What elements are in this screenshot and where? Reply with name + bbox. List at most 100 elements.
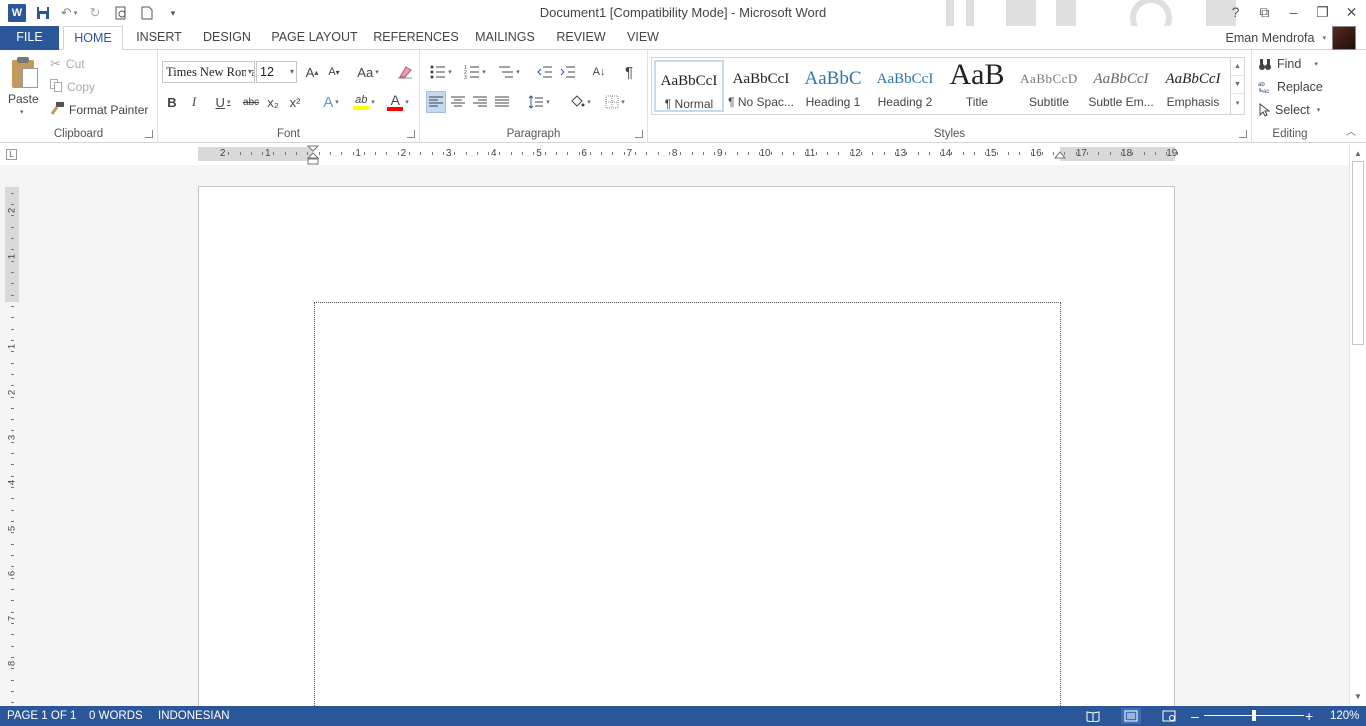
align-left-icon[interactable] <box>426 91 446 113</box>
zoom-out-button[interactable]: – <box>1191 706 1199 726</box>
restore-button[interactable]: ❐ <box>1308 0 1337 24</box>
tab-view[interactable]: VIEW <box>622 26 664 50</box>
font-name-combo[interactable]: Times New Roman ▾ <box>162 61 255 83</box>
horizontal-ruler[interactable]: 2 1 1 2 3 4 5 6 7 8 9 10 11 12 13 14 15 16 17 18 19 <box>198 147 1178 161</box>
scroll-thumb[interactable] <box>1352 161 1364 345</box>
close-button[interactable]: ✕ <box>1337 0 1366 24</box>
tab-review[interactable]: REVIEW <box>552 26 610 50</box>
undo-icon[interactable]: ↶ ▾ <box>58 3 80 23</box>
ribbon-display-options-icon[interactable]: ⧉ <box>1250 0 1279 24</box>
change-case-button[interactable]: Aa ▾ <box>353 61 383 83</box>
print-layout-icon[interactable] <box>1121 708 1141 724</box>
style-heading-2[interactable]: AaBbCcI Heading 2 <box>870 60 940 112</box>
tab-page-layout[interactable]: PAGE LAYOUT <box>267 26 362 50</box>
text-boundary[interactable] <box>314 302 1061 706</box>
numbering-button[interactable]: 123 ▾ <box>460 61 490 83</box>
subscript-button[interactable]: x₂ <box>264 91 282 113</box>
tab-references[interactable]: REFERENCES <box>373 26 459 50</box>
collapse-ribbon-icon[interactable]: ︿ <box>1346 123 1356 138</box>
scroll-down-icon[interactable]: ▼ <box>1350 688 1366 704</box>
font-color-button[interactable]: A ▾ <box>383 91 413 113</box>
gallery-up-icon[interactable]: ▲ <box>1231 58 1244 76</box>
new-document-icon[interactable] <box>136 3 158 23</box>
style-normal[interactable]: AaBbCcI ¶ Normal <box>654 60 724 112</box>
web-layout-icon[interactable] <box>1159 708 1179 724</box>
tab-home[interactable]: HOME <box>63 26 123 51</box>
superscript-button[interactable]: x² <box>286 91 304 113</box>
justify-icon[interactable] <box>492 91 512 113</box>
zoom-level[interactable]: 120% <box>1330 706 1359 726</box>
bullets-button[interactable]: ▾ <box>426 61 456 83</box>
text-effects-button[interactable]: A ▾ <box>316 91 346 113</box>
paste-button[interactable] <box>10 56 40 90</box>
bold-button[interactable]: B <box>164 91 180 113</box>
italic-button[interactable]: I <box>186 91 202 113</box>
tab-selector[interactable]: L <box>6 149 17 160</box>
format-painter-button[interactable]: Format Painter <box>50 100 148 120</box>
multilevel-list-button[interactable]: ▾ <box>494 61 524 83</box>
shading-button[interactable]: ▾ <box>565 91 595 113</box>
tab-design[interactable]: DESIGN <box>198 26 256 50</box>
language[interactable]: INDONESIAN <box>158 706 230 726</box>
align-right-icon[interactable] <box>470 91 490 113</box>
vertical-scrollbar[interactable]: ▲ ▼ <box>1349 143 1366 706</box>
decrease-indent-icon[interactable] <box>534 61 556 83</box>
word-app-icon[interactable]: W <box>6 3 28 23</box>
cut-button[interactable]: ✂ Cut <box>50 54 85 74</box>
font-dialog-launcher[interactable] <box>407 130 415 138</box>
line-spacing-button[interactable]: ▾ <box>524 91 554 113</box>
save-icon[interactable] <box>32 3 54 23</box>
tab-mailings[interactable]: MAILINGS <box>470 26 540 50</box>
redo-icon[interactable]: ↻ <box>84 3 106 23</box>
zoom-slider-thumb[interactable] <box>1252 710 1256 721</box>
tab-file[interactable]: FILE <box>0 26 59 50</box>
scroll-up-icon[interactable]: ▲ <box>1350 145 1366 161</box>
document-page[interactable] <box>198 186 1175 706</box>
help-icon[interactable]: ? <box>1221 0 1250 24</box>
paragraph-dialog-launcher[interactable] <box>635 130 643 138</box>
show-formatting-marks-icon[interactable]: ¶ <box>618 61 640 83</box>
customize-qat-icon[interactable]: ▾ <box>162 3 184 23</box>
right-indent-marker-icon[interactable] <box>1054 151 1066 161</box>
style-subtitle[interactable]: AaBbCcD Subtitle <box>1014 60 1084 112</box>
style-title[interactable]: AaB Title <box>942 58 1012 112</box>
find-button[interactable]: Find ▾ <box>1258 54 1318 74</box>
underline-button[interactable]: U ▾ <box>208 91 238 113</box>
clear-formatting-icon[interactable] <box>394 61 416 83</box>
select-button[interactable]: Select ▾ <box>1258 100 1320 120</box>
grow-font-button[interactable]: A ▴ <box>302 61 322 83</box>
gallery-down-icon[interactable]: ▼ <box>1231 76 1244 94</box>
indent-marker-icon[interactable] <box>307 145 319 165</box>
read-mode-icon[interactable] <box>1083 708 1103 724</box>
minimize-button[interactable]: – <box>1279 0 1308 24</box>
copy-button[interactable]: Copy <box>50 77 95 97</box>
tab-insert[interactable]: INSERT <box>131 26 187 50</box>
style-emphasis[interactable]: AaBbCcI Emphasis <box>1158 60 1228 112</box>
ruler-tick <box>793 152 794 155</box>
ruler-tick <box>567 152 568 155</box>
sort-icon[interactable]: A↓ <box>588 61 610 83</box>
page-count[interactable]: PAGE 1 OF 1 <box>7 706 76 726</box>
align-center-icon[interactable] <box>448 91 468 113</box>
style-subtle-emphasis[interactable]: AaBbCcI Subtle Em... <box>1086 60 1156 112</box>
borders-button[interactable]: ▾ <box>600 91 630 113</box>
shrink-font-button[interactable]: A ▾ <box>324 61 344 83</box>
vertical-ruler[interactable]: 2112345678 <box>5 187 19 706</box>
strikethrough-button[interactable]: abc <box>241 91 261 113</box>
zoom-in-button[interactable]: + <box>1305 706 1313 726</box>
style-heading-1[interactable]: AaBbC Heading 1 <box>798 60 868 112</box>
styles-dialog-launcher[interactable] <box>1239 130 1247 138</box>
gallery-more-icon[interactable]: ▾ <box>1231 94 1244 112</box>
clipboard-dialog-launcher[interactable] <box>145 130 153 138</box>
user-account[interactable]: Eman Mendrofa ▾ <box>1226 26 1356 50</box>
increase-indent-icon[interactable] <box>557 61 579 83</box>
style-no-spacing[interactable]: AaBbCcI ¶ No Spac... <box>726 60 796 112</box>
print-preview-icon[interactable] <box>110 3 132 23</box>
font-size-combo[interactable]: 12 ▾ <box>256 61 297 83</box>
highlight-color-button[interactable]: ab ▾ <box>348 91 380 113</box>
word-count[interactable]: 0 WORDS <box>89 706 143 726</box>
paste-label[interactable]: Paste <box>8 92 39 106</box>
replace-button[interactable]: ab ac Replace <box>1258 77 1323 97</box>
ruler-tick <box>11 204 14 205</box>
paste-options-dropdown[interactable]: ▾ <box>20 108 24 116</box>
